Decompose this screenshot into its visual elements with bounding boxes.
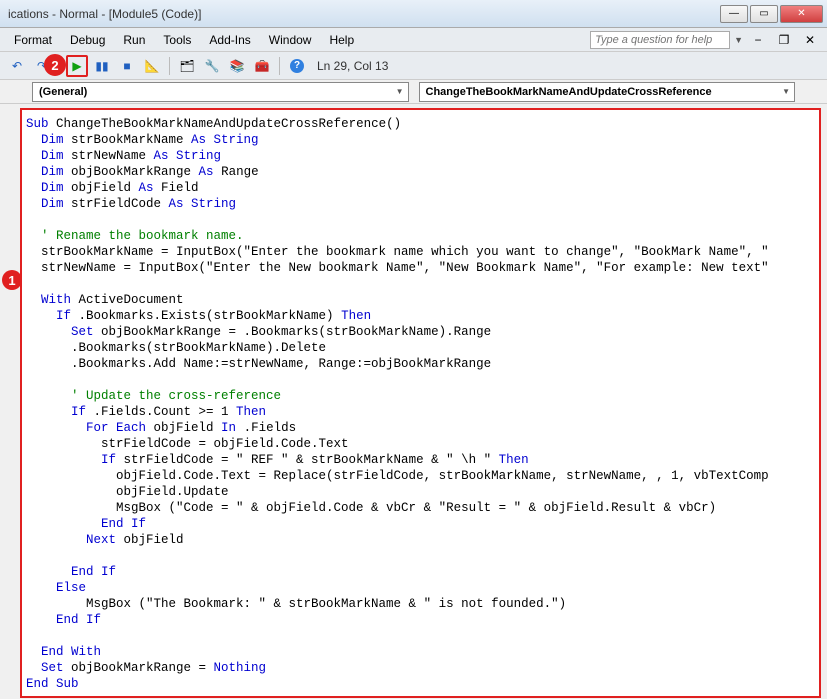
titlebar: ications - Normal - [Module5 (Code)] — ▭… xyxy=(0,0,827,28)
mdi-minimize-icon[interactable]: − xyxy=(747,29,769,51)
pause-icon: ▮▮ xyxy=(95,59,108,73)
code-editor[interactable]: Sub ChangeTheBookMarkNameAndUpdateCrossR… xyxy=(20,108,821,698)
break-button[interactable]: ▮▮ xyxy=(91,55,113,77)
code-content[interactable]: Sub ChangeTheBookMarkNameAndUpdateCrossR… xyxy=(26,116,815,692)
menu-window[interactable]: Window xyxy=(261,31,320,49)
toolbar-separator xyxy=(169,57,170,75)
project-explorer-button[interactable]: 🗂 xyxy=(176,55,198,77)
toolbar-separator xyxy=(279,57,280,75)
menu-help[interactable]: Help xyxy=(321,31,362,49)
callout-2-badge: 2 xyxy=(44,54,66,76)
design-icon: 📐 xyxy=(145,59,160,73)
properties-icon: 🔧 xyxy=(205,59,220,73)
help-button[interactable]: ? xyxy=(286,55,308,77)
object-browser-button[interactable]: 📚 xyxy=(226,55,248,77)
design-mode-button[interactable]: 📐 xyxy=(141,55,163,77)
menu-tools[interactable]: Tools xyxy=(155,31,199,49)
help-search-area: ▼ − ❐ ✕ xyxy=(590,29,821,51)
help-search-input[interactable] xyxy=(590,31,730,49)
toolbar: ↶ ↷ 2 ▶ ▮▮ ■ 📐 🗂 🔧 📚 🧰 ? Ln 29, Col 13 xyxy=(0,52,827,80)
cursor-position-status: Ln 29, Col 13 xyxy=(317,59,388,73)
menu-run[interactable]: Run xyxy=(115,31,153,49)
menubar: Format Debug Run Tools Add-Ins Window He… xyxy=(0,28,827,52)
procedure-dropdown[interactable]: ChangeTheBookMarkNameAndUpdateCrossRefer… xyxy=(419,82,796,102)
help-icon: ? xyxy=(290,59,304,73)
toolbox-button[interactable]: 🧰 xyxy=(251,55,273,77)
menu-addins[interactable]: Add-Ins xyxy=(201,31,258,49)
undo-button[interactable]: ↶ xyxy=(6,55,28,77)
project-icon: 🗂 xyxy=(179,59,194,73)
maximize-button[interactable]: ▭ xyxy=(750,5,778,23)
run-button[interactable]: ▶ xyxy=(66,55,88,77)
undo-icon: ↶ xyxy=(12,59,22,73)
minimize-button[interactable]: — xyxy=(720,5,748,23)
close-button[interactable]: ✕ xyxy=(780,5,823,23)
help-dropdown-icon[interactable]: ▼ xyxy=(734,35,743,45)
browser-icon: 📚 xyxy=(230,59,245,73)
mdi-close-icon[interactable]: ✕ xyxy=(799,29,821,51)
play-icon: ▶ xyxy=(72,59,81,73)
reset-button[interactable]: ■ xyxy=(116,55,138,77)
callout-1-badge: 1 xyxy=(2,270,22,290)
stop-icon: ■ xyxy=(123,59,130,73)
toolbox-icon: 🧰 xyxy=(255,59,270,73)
menu-format[interactable]: Format xyxy=(6,31,60,49)
mdi-restore-icon[interactable]: ❐ xyxy=(773,29,795,51)
code-dropdown-row: (General) ChangeTheBookMarkNameAndUpdate… xyxy=(0,80,827,104)
menu-debug[interactable]: Debug xyxy=(62,31,113,49)
object-dropdown[interactable]: (General) xyxy=(32,82,409,102)
titlebar-text: ications - Normal - [Module5 (Code)] xyxy=(4,7,720,21)
properties-button[interactable]: 🔧 xyxy=(201,55,223,77)
window-controls: — ▭ ✕ xyxy=(720,5,823,23)
